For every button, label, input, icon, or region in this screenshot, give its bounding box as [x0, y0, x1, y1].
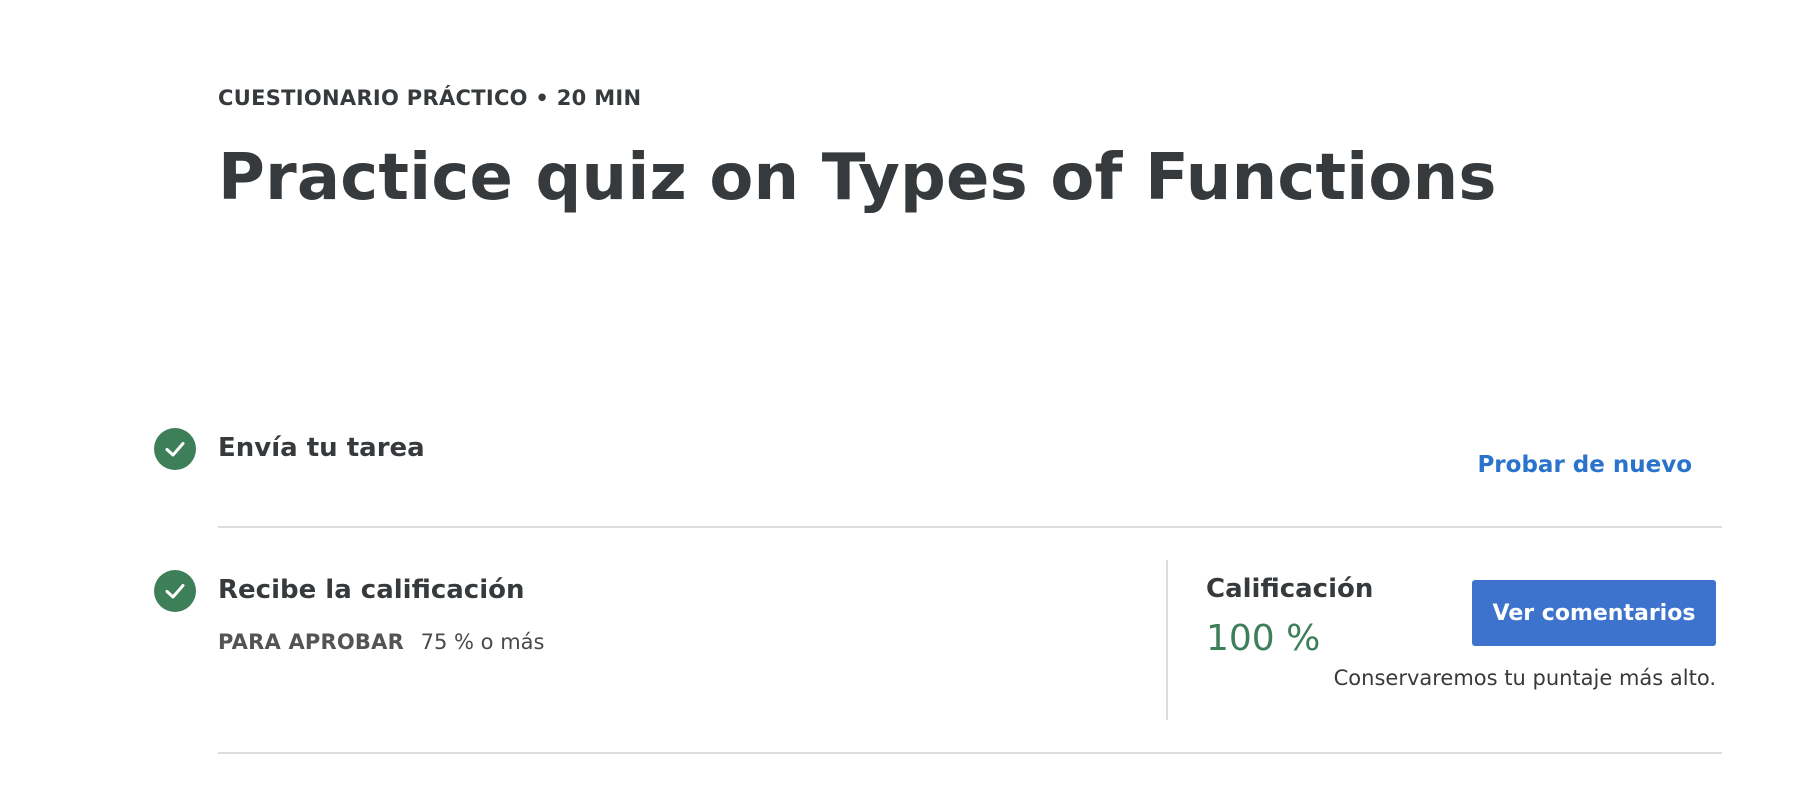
view-feedback-button[interactable]: Ver comentarios — [1472, 580, 1716, 646]
step-divider — [218, 526, 1722, 528]
page-title: Practice quiz on Types of Functions — [218, 141, 1497, 215]
quiz-type-label: CUESTIONARIO PRÁCTICO • 20 MIN — [218, 86, 642, 110]
grade-value: 100 % — [1206, 618, 1321, 659]
quiz-results-page: CUESTIONARIO PRÁCTICO • 20 MIN Practice … — [0, 0, 1810, 796]
highest-score-note: Conservaremos tu puntaje más alto. — [1333, 666, 1716, 690]
grade-label: Calificación — [1206, 574, 1374, 604]
passing-value: 75 % o más — [420, 630, 545, 654]
try-again-link[interactable]: Probar de nuevo — [1477, 452, 1692, 478]
passing-label: PARA APROBAR — [218, 630, 404, 654]
grade-divider — [1166, 560, 1168, 720]
passing-requirement: PARA APROBAR 75 % o más — [218, 630, 544, 654]
check-circle-icon — [154, 428, 196, 470]
check-circle-icon — [154, 570, 196, 612]
bottom-divider — [218, 752, 1722, 754]
step-grade-title: Recibe la calificación — [218, 575, 525, 605]
step-submit-title: Envía tu tarea — [218, 433, 425, 463]
